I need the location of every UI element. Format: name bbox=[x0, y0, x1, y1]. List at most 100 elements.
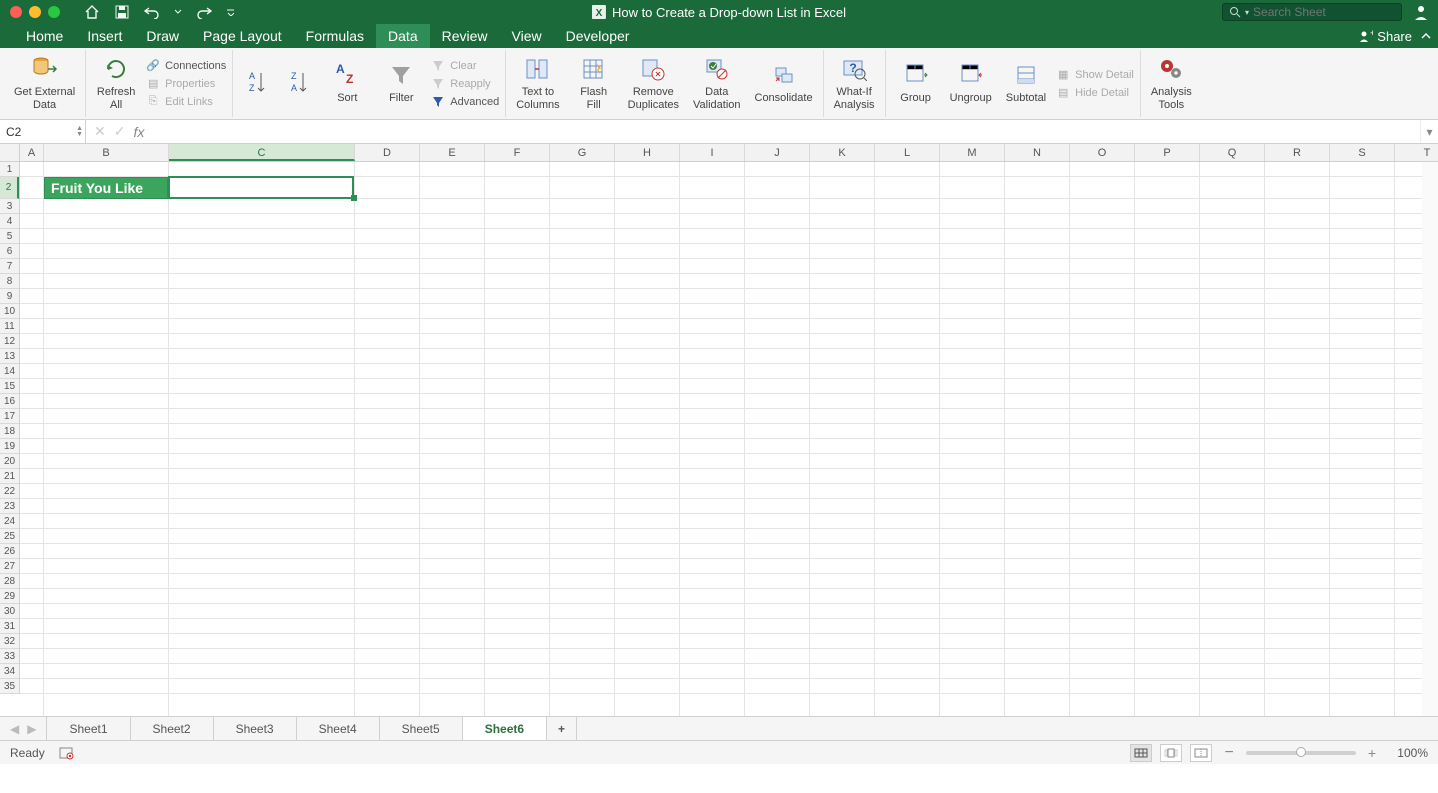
search-sheet-box[interactable]: ▾ bbox=[1222, 3, 1402, 21]
sheet-tab-sheet6[interactable]: Sheet6 bbox=[463, 716, 547, 740]
refresh-all-button[interactable]: Refresh All bbox=[92, 53, 140, 114]
analysis-tools-button[interactable]: Analysis Tools bbox=[1147, 53, 1196, 114]
clear-button[interactable]: Clear bbox=[431, 59, 499, 73]
row-header[interactable]: 16 bbox=[0, 394, 19, 409]
subtotal-button[interactable]: Subtotal bbox=[1002, 59, 1050, 107]
row-header[interactable]: 32 bbox=[0, 634, 19, 649]
cancel-formula-icon[interactable]: ✕ bbox=[94, 123, 106, 140]
page-layout-view-button[interactable] bbox=[1160, 744, 1182, 762]
tab-page-layout[interactable]: Page Layout bbox=[191, 24, 294, 48]
formula-input[interactable] bbox=[152, 120, 1420, 143]
row-header[interactable]: 14 bbox=[0, 364, 19, 379]
row-header[interactable]: 34 bbox=[0, 664, 19, 679]
show-detail-button[interactable]: ▦Show Detail bbox=[1056, 68, 1134, 82]
filter-button[interactable]: Filter bbox=[377, 59, 425, 107]
collapse-ribbon-icon[interactable] bbox=[1420, 30, 1432, 42]
data-validation-button[interactable]: Data Validation bbox=[689, 53, 745, 114]
row-header[interactable]: 30 bbox=[0, 604, 19, 619]
row-header[interactable]: 24 bbox=[0, 514, 19, 529]
hide-detail-button[interactable]: ▤Hide Detail bbox=[1056, 86, 1134, 100]
add-sheet-button[interactable]: + bbox=[547, 717, 577, 740]
column-header[interactable]: Q bbox=[1200, 144, 1265, 161]
row-header[interactable]: 18 bbox=[0, 424, 19, 439]
column-header[interactable]: J bbox=[745, 144, 810, 161]
formula-bar-expand-icon[interactable]: ▾ bbox=[1420, 120, 1438, 143]
cells-area[interactable]: Fruit You Like bbox=[20, 162, 1438, 716]
row-header[interactable]: 19 bbox=[0, 439, 19, 454]
column-header[interactable]: R bbox=[1265, 144, 1330, 161]
row-header[interactable]: 35 bbox=[0, 679, 19, 694]
sort-button[interactable]: AZ Sort bbox=[323, 59, 371, 107]
whatif-analysis-button[interactable]: ? What-If Analysis bbox=[830, 53, 879, 114]
column-header[interactable]: G bbox=[550, 144, 615, 161]
fx-icon[interactable]: fx bbox=[133, 124, 144, 140]
flash-fill-button[interactable]: Flash Fill bbox=[570, 53, 618, 114]
home-icon[interactable] bbox=[84, 4, 100, 20]
connections-button[interactable]: 🔗Connections bbox=[146, 59, 226, 73]
tab-draw[interactable]: Draw bbox=[134, 24, 191, 48]
ungroup-button[interactable]: Ungroup bbox=[946, 59, 996, 107]
tab-insert[interactable]: Insert bbox=[75, 24, 134, 48]
sheet-tab-sheet2[interactable]: Sheet2 bbox=[131, 717, 214, 740]
normal-view-button[interactable] bbox=[1130, 744, 1152, 762]
active-cell-selection[interactable] bbox=[168, 176, 354, 199]
text-to-columns-button[interactable]: Text to Columns bbox=[512, 53, 563, 114]
name-box[interactable]: C2 ▲▼ bbox=[0, 120, 86, 143]
sort-az-button[interactable]: AZ bbox=[239, 66, 275, 101]
column-header[interactable]: N bbox=[1005, 144, 1070, 161]
row-header[interactable]: 31 bbox=[0, 619, 19, 634]
select-all-corner[interactable] bbox=[0, 144, 20, 162]
row-header[interactable]: 25 bbox=[0, 529, 19, 544]
column-header[interactable]: B bbox=[44, 144, 169, 161]
row-header[interactable]: 22 bbox=[0, 484, 19, 499]
share-button[interactable]: + Share bbox=[1359, 29, 1412, 44]
remove-duplicates-button[interactable]: Remove Duplicates bbox=[624, 53, 683, 114]
zoom-window-icon[interactable] bbox=[48, 6, 60, 18]
sheet-tab-sheet4[interactable]: Sheet4 bbox=[297, 717, 380, 740]
close-window-icon[interactable] bbox=[10, 6, 22, 18]
tab-review[interactable]: Review bbox=[430, 24, 500, 48]
tab-developer[interactable]: Developer bbox=[554, 24, 642, 48]
row-header[interactable]: 2 bbox=[0, 177, 19, 199]
row-header[interactable]: 15 bbox=[0, 379, 19, 394]
get-external-data-button[interactable]: Get External Data bbox=[10, 53, 79, 114]
column-header[interactable]: O bbox=[1070, 144, 1135, 161]
vertical-scrollbar[interactable] bbox=[1422, 144, 1438, 716]
user-icon[interactable] bbox=[1412, 3, 1430, 21]
tab-view[interactable]: View bbox=[500, 24, 554, 48]
column-header[interactable]: A bbox=[20, 144, 44, 161]
properties-button[interactable]: ▤Properties bbox=[146, 77, 226, 91]
row-header[interactable]: 10 bbox=[0, 304, 19, 319]
row-header[interactable]: 21 bbox=[0, 469, 19, 484]
sheet-tab-sheet1[interactable]: Sheet1 bbox=[47, 717, 130, 740]
column-header[interactable]: D bbox=[355, 144, 420, 161]
sheet-tab-sheet5[interactable]: Sheet5 bbox=[380, 717, 463, 740]
sheet-nav-prev-icon[interactable]: ◀ bbox=[10, 722, 19, 736]
row-header[interactable]: 1 bbox=[0, 162, 19, 177]
row-header[interactable]: 9 bbox=[0, 289, 19, 304]
row-header[interactable]: 20 bbox=[0, 454, 19, 469]
zoom-level[interactable]: 100% bbox=[1388, 746, 1428, 760]
edit-links-button[interactable]: ⎘Edit Links bbox=[146, 95, 226, 109]
sort-za-button[interactable]: ZA bbox=[281, 66, 317, 101]
column-header[interactable]: H bbox=[615, 144, 680, 161]
cell-b2[interactable]: Fruit You Like bbox=[44, 177, 168, 199]
minimize-window-icon[interactable] bbox=[29, 6, 41, 18]
zoom-slider[interactable] bbox=[1246, 751, 1356, 755]
sheet-nav-next-icon[interactable]: ▶ bbox=[27, 722, 36, 736]
column-header[interactable]: F bbox=[485, 144, 550, 161]
undo-icon[interactable] bbox=[144, 4, 160, 20]
name-box-stepper-icon[interactable]: ▲▼ bbox=[76, 126, 83, 137]
column-header[interactable]: K bbox=[810, 144, 875, 161]
page-break-view-button[interactable] bbox=[1190, 744, 1212, 762]
row-header[interactable]: 23 bbox=[0, 499, 19, 514]
search-input[interactable] bbox=[1253, 5, 1395, 19]
row-header[interactable]: 5 bbox=[0, 229, 19, 244]
zoom-in-button[interactable]: + bbox=[1364, 745, 1380, 761]
save-icon[interactable] bbox=[114, 4, 130, 20]
column-header[interactable]: I bbox=[680, 144, 745, 161]
row-header[interactable]: 27 bbox=[0, 559, 19, 574]
tab-data[interactable]: Data bbox=[376, 24, 430, 48]
row-header[interactable]: 29 bbox=[0, 589, 19, 604]
zoom-out-button[interactable]: − bbox=[1220, 744, 1237, 762]
